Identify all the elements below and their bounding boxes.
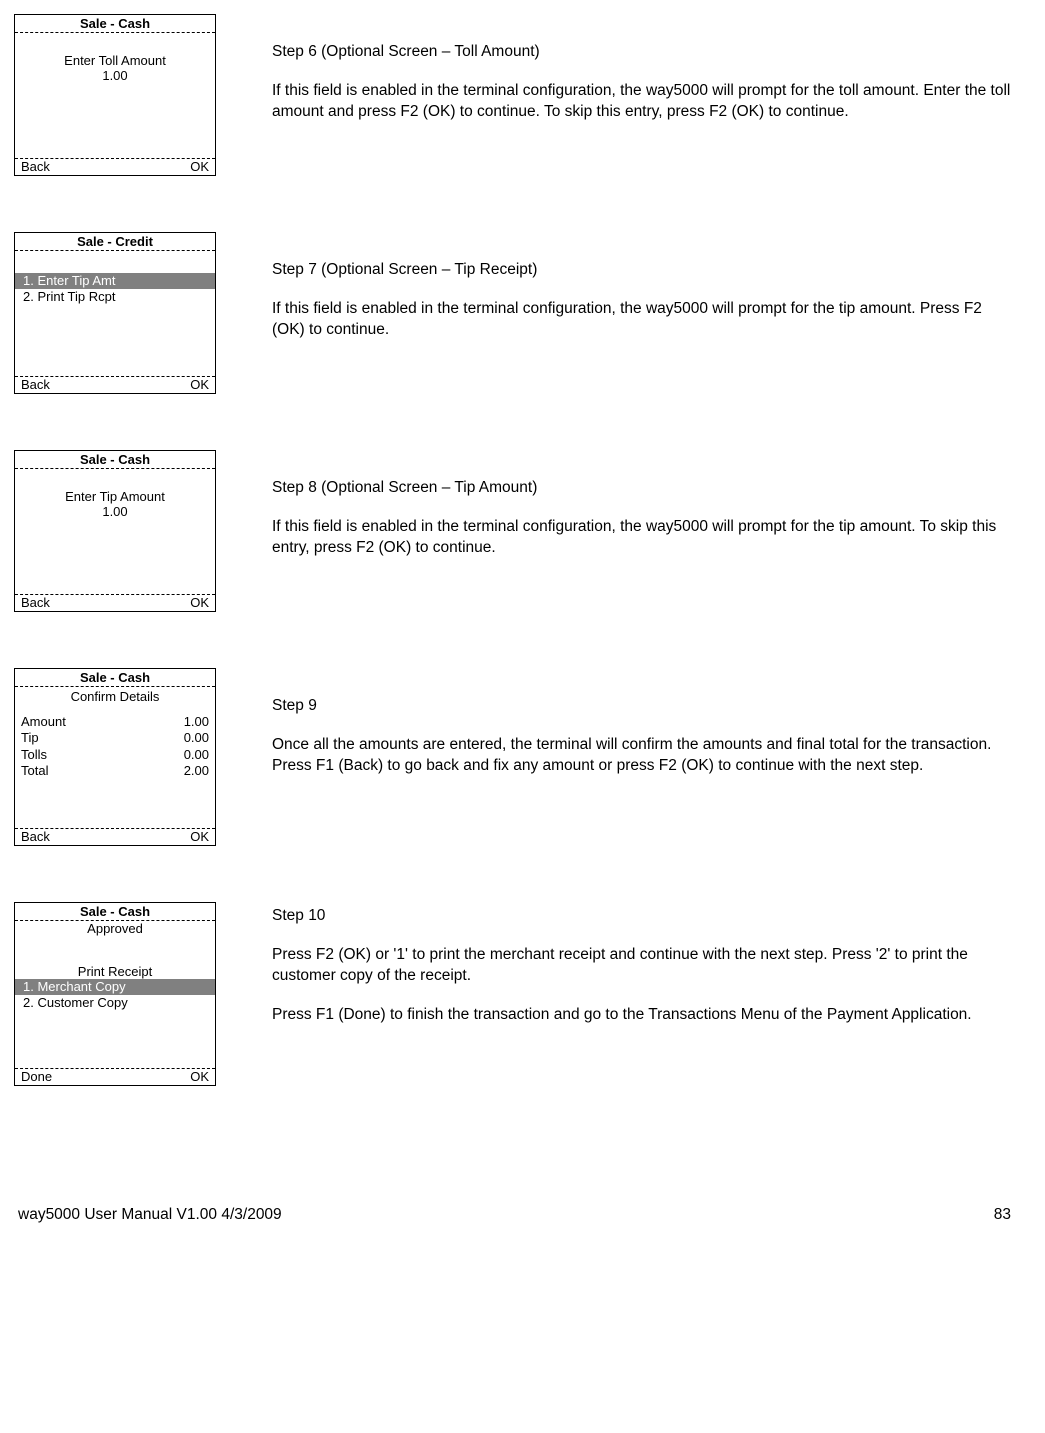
step-body-2: Press F1 (Done) to finish the transactio… bbox=[272, 1005, 1015, 1026]
approved-label: Approved bbox=[21, 921, 209, 936]
step-8: Sale - Cash Enter Tip Amount 1.00 Back O… bbox=[14, 450, 1015, 612]
terminal-footer: Back OK bbox=[15, 595, 215, 611]
step-10: Sale - Cash Approved Print Receipt 1. Me… bbox=[14, 902, 1015, 1086]
step-heading: Step 10 bbox=[272, 906, 1015, 927]
prompt-value: 1.00 bbox=[21, 68, 209, 83]
softkey-back[interactable]: Back bbox=[21, 829, 50, 844]
terminal-title: Sale - Credit bbox=[15, 233, 215, 251]
menu-item-selected[interactable]: 1. Enter Tip Amt bbox=[15, 273, 215, 289]
print-receipt-heading: Print Receipt bbox=[21, 964, 209, 979]
confirm-heading: Confirm Details bbox=[21, 689, 209, 704]
softkey-done[interactable]: Done bbox=[21, 1069, 52, 1084]
prompt-label: Enter Toll Amount bbox=[21, 53, 209, 68]
softkey-back[interactable]: Back bbox=[21, 595, 50, 610]
terminal-screen: Sale - Cash Enter Tip Amount 1.00 Back O… bbox=[14, 450, 216, 612]
softkey-ok[interactable]: OK bbox=[190, 595, 209, 610]
step-body: Press F2 (OK) or '1' to print the mercha… bbox=[272, 945, 1015, 987]
step-description: Step 6 (Optional Screen – Toll Amount) I… bbox=[272, 14, 1015, 141]
menu-item[interactable]: 2. Print Tip Rcpt bbox=[21, 289, 209, 305]
row-amount: Amount1.00 bbox=[21, 714, 209, 730]
terminal-screen: Sale - Cash Approved Print Receipt 1. Me… bbox=[14, 902, 216, 1086]
page-footer: way5000 User Manual V1.00 4/3/2009 83 bbox=[14, 1206, 1015, 1224]
terminal-screen: Sale - Credit 1. Enter Tip Amt 2. Print … bbox=[14, 232, 216, 394]
terminal-title: Sale - Cash bbox=[15, 15, 215, 33]
softkey-back[interactable]: Back bbox=[21, 377, 50, 392]
row-total: Total2.00 bbox=[21, 763, 209, 779]
footer-left: way5000 User Manual V1.00 4/3/2009 bbox=[18, 1206, 282, 1224]
terminal-footer: Back OK bbox=[15, 829, 215, 845]
step-description: Step 9 Once all the amounts are entered,… bbox=[272, 668, 1015, 795]
row-tolls: Tolls0.00 bbox=[21, 747, 209, 763]
step-description: Step 8 (Optional Screen – Tip Amount) If… bbox=[272, 450, 1015, 577]
step-heading: Step 7 (Optional Screen – Tip Receipt) bbox=[272, 260, 1015, 281]
softkey-ok[interactable]: OK bbox=[190, 159, 209, 174]
terminal-title: Sale - Cash bbox=[15, 669, 215, 687]
prompt-value: 1.00 bbox=[21, 504, 209, 519]
softkey-ok[interactable]: OK bbox=[190, 377, 209, 392]
step-heading: Step 9 bbox=[272, 696, 1015, 717]
menu-item-selected[interactable]: 1. Merchant Copy bbox=[15, 979, 215, 995]
step-body: If this field is enabled in the terminal… bbox=[272, 81, 1015, 123]
page-number: 83 bbox=[994, 1206, 1011, 1224]
row-tip: Tip0.00 bbox=[21, 730, 209, 746]
terminal-body: Enter Tip Amount 1.00 bbox=[15, 469, 215, 595]
terminal-body: 1. Enter Tip Amt 2. Print Tip Rcpt bbox=[15, 251, 215, 377]
terminal-body: Approved Print Receipt 1. Merchant Copy … bbox=[15, 921, 215, 1069]
terminal-footer: Back OK bbox=[15, 159, 215, 175]
terminal-body: Confirm Details Amount1.00 Tip0.00 Tolls… bbox=[15, 687, 215, 829]
terminal-footer: Done OK bbox=[15, 1069, 215, 1085]
terminal-screen: Sale - Cash Enter Toll Amount 1.00 Back … bbox=[14, 14, 216, 176]
step-body: If this field is enabled in the terminal… bbox=[272, 299, 1015, 341]
step-7: Sale - Credit 1. Enter Tip Amt 2. Print … bbox=[14, 232, 1015, 394]
step-9: Sale - Cash Confirm Details Amount1.00 T… bbox=[14, 668, 1015, 846]
terminal-body: Enter Toll Amount 1.00 bbox=[15, 33, 215, 159]
step-body: Once all the amounts are entered, the te… bbox=[272, 735, 1015, 777]
terminal-title: Sale - Cash bbox=[15, 903, 215, 921]
step-heading: Step 6 (Optional Screen – Toll Amount) bbox=[272, 42, 1015, 63]
terminal-footer: Back OK bbox=[15, 377, 215, 393]
softkey-ok[interactable]: OK bbox=[190, 829, 209, 844]
menu-item[interactable]: 2. Customer Copy bbox=[21, 995, 209, 1011]
terminal-title: Sale - Cash bbox=[15, 451, 215, 469]
step-6: Sale - Cash Enter Toll Amount 1.00 Back … bbox=[14, 14, 1015, 176]
softkey-back[interactable]: Back bbox=[21, 159, 50, 174]
step-description: Step 7 (Optional Screen – Tip Receipt) I… bbox=[272, 232, 1015, 359]
terminal-screen: Sale - Cash Confirm Details Amount1.00 T… bbox=[14, 668, 216, 846]
prompt-label: Enter Tip Amount bbox=[21, 489, 209, 504]
step-body: If this field is enabled in the terminal… bbox=[272, 517, 1015, 559]
step-heading: Step 8 (Optional Screen – Tip Amount) bbox=[272, 478, 1015, 499]
step-description: Step 10 Press F2 (OK) or '1' to print th… bbox=[272, 902, 1015, 1044]
softkey-ok[interactable]: OK bbox=[190, 1069, 209, 1084]
